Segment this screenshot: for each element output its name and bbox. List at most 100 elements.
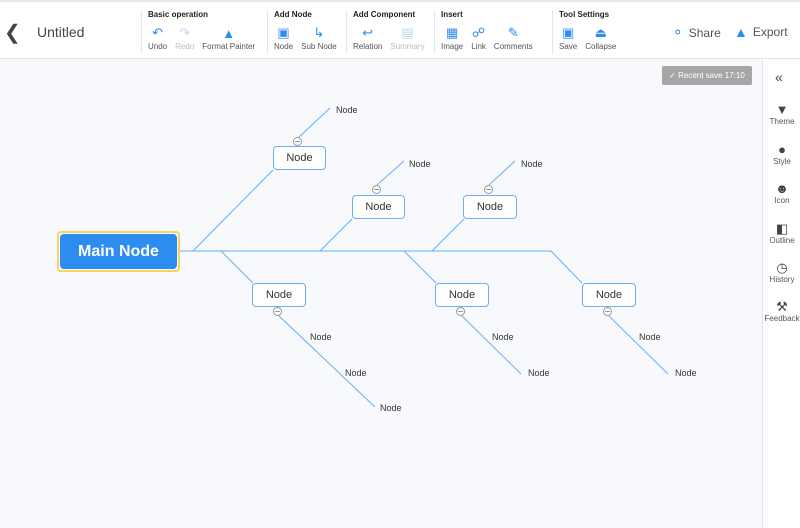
export-button[interactable]: ▲ Export (734, 24, 788, 40)
group-label: Insert (441, 10, 463, 19)
node-icon: ▣ (277, 25, 290, 40)
relation-button[interactable]: ↩ Relation (353, 22, 382, 51)
connector-lines (178, 107, 669, 408)
pen-icon: ✎ (507, 25, 519, 40)
collapse-toggle-icon[interactable] (372, 185, 381, 194)
collapse-toggle-icon[interactable] (603, 307, 612, 316)
child-line (488, 160, 516, 186)
panel-label: Theme (769, 117, 795, 126)
clock-icon: ◷ (776, 260, 788, 275)
panel-style[interactable]: ● Style (763, 142, 800, 167)
group-label: Add Node (274, 10, 312, 19)
child-line (376, 160, 405, 186)
redo-button[interactable]: ↷ Redo (175, 22, 194, 51)
sub-node[interactable]: Node (409, 159, 431, 169)
branch-line (192, 169, 274, 252)
branch-node[interactable]: Node (582, 283, 636, 307)
relation-icon: ↩ (362, 25, 374, 40)
collapse-toggle-icon[interactable] (293, 137, 302, 146)
branch-node[interactable]: Node (352, 195, 405, 219)
panel-icon[interactable]: ☻ Icon (763, 181, 800, 206)
comments-button[interactable]: ✎ Comments (494, 22, 533, 51)
link-button[interactable]: ☍ Link (471, 22, 486, 51)
collapse-button[interactable]: ⏏ Collapse (585, 22, 616, 51)
save-icon: ▣ (561, 25, 575, 40)
smile-icon: ☻ (775, 181, 789, 196)
branch-node[interactable]: Node (252, 283, 306, 307)
undo-label: Undo (148, 42, 168, 51)
summary-button[interactable]: ▤ Summary (390, 22, 424, 51)
child-line (607, 314, 669, 375)
sub-node[interactable]: Node (336, 105, 358, 115)
panel-label: Style (773, 157, 791, 166)
undo-button[interactable]: ↶ Undo (148, 22, 167, 51)
back-icon[interactable]: ❮ (4, 20, 21, 45)
sub-node[interactable]: Node (492, 332, 514, 342)
outline-icon: ◧ (775, 221, 789, 236)
collapse-toggle-icon[interactable] (273, 307, 282, 316)
group-insert: Insert ▦ Image ☍ Link ✎ Comments (434, 10, 541, 54)
collapse-toggle-icon[interactable] (484, 185, 493, 194)
palette-icon: ● (778, 142, 786, 157)
sub-node[interactable]: Node (528, 368, 550, 378)
sub-node[interactable]: Node (639, 332, 661, 342)
summary-icon: ▤ (401, 25, 414, 40)
shirt-icon: ▼ (775, 102, 789, 117)
branch-node[interactable]: Node (273, 146, 326, 170)
main-node[interactable]: Main Node (57, 231, 180, 272)
image-button[interactable]: ▦ Image (441, 22, 463, 51)
sub-node[interactable]: Node (345, 368, 367, 378)
add-node-button[interactable]: ▣ Node (274, 22, 293, 51)
panel-history[interactable]: ◷ History (763, 260, 800, 285)
share-button[interactable]: ⚬ Share (672, 24, 721, 41)
comments-label: Comments (493, 42, 533, 51)
child-line (297, 107, 331, 139)
group-add-component: Add Component ↩ Relation ▤ Summary (346, 10, 433, 54)
sub-node[interactable]: Node (521, 159, 543, 169)
branch-line (431, 218, 465, 252)
export-label: Export (752, 25, 788, 39)
summary-label: Summary (390, 42, 425, 51)
branch-node[interactable]: Node (463, 195, 517, 219)
panel-outline[interactable]: ◧ Outline (763, 221, 800, 246)
collapse-panel-icon[interactable]: « (775, 69, 783, 85)
relation-label: Relation (353, 42, 383, 51)
child-line (277, 314, 376, 408)
save-label: Save (559, 42, 578, 51)
panel-feedback[interactable]: ⚒ Feedback (763, 299, 800, 324)
sub-node[interactable]: Node (310, 332, 332, 342)
wrench-icon: ⚒ (776, 299, 788, 314)
undo-icon: ↶ (152, 25, 164, 40)
save-button[interactable]: ▣ Save (559, 22, 577, 51)
branch-line (319, 218, 353, 252)
add-sub-node-button[interactable]: ↳ Sub Node (301, 22, 337, 51)
right-panel: « ▼ Theme ● Style ☻ Icon ◧ Outline ◷ History … (762, 59, 800, 528)
redo-label: Redo (175, 42, 195, 51)
branch-node[interactable]: Node (435, 283, 489, 307)
branch-line (220, 250, 254, 284)
link-label: Link (471, 42, 486, 51)
sub-node[interactable]: Node (675, 368, 697, 378)
sub-node[interactable]: Node (380, 403, 402, 413)
share-icon: ⚬ (672, 24, 684, 40)
panel-theme[interactable]: ▼ Theme (763, 102, 800, 127)
redo-icon: ↷ (179, 25, 191, 40)
collapse-label: Collapse (585, 42, 617, 51)
group-label: Tool Settings (559, 10, 610, 19)
link-icon: ☍ (471, 25, 486, 40)
panel-label: History (769, 275, 795, 284)
eject-icon: ⏏ (594, 25, 607, 40)
node-label: Node (274, 42, 294, 51)
share-label: Share (688, 25, 721, 40)
format-painter-label: Format Painter (202, 42, 256, 51)
panel-label: Feedback (764, 314, 800, 323)
child-line (460, 314, 522, 375)
document-title[interactable]: Untitled (37, 24, 84, 40)
brush-icon: ▲ (222, 25, 236, 41)
collapse-toggle-icon[interactable] (456, 307, 465, 316)
branch-line (403, 250, 437, 284)
format-painter-button[interactable]: ▲ Format Painter (202, 22, 256, 52)
toolbar: ❮ Untitled Basic operation ↶ Undo ↷ Redo ▲… (0, 0, 800, 59)
sub-node-label: Sub Node (301, 42, 337, 51)
image-icon: ▦ (445, 25, 459, 40)
